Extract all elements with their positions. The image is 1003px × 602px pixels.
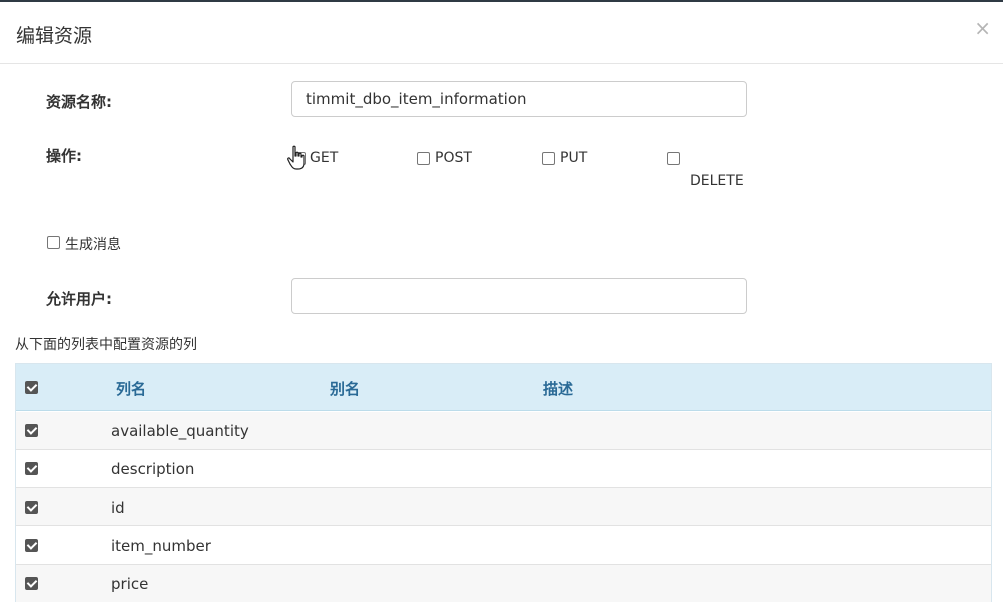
row-checkbox[interactable]: [25, 424, 38, 437]
column-name-header: 列名: [116, 380, 147, 398]
operations-label: 操作:: [46, 147, 82, 165]
modal-title: 编辑资源: [16, 25, 93, 47]
alias-header: 别名: [330, 380, 361, 398]
table-row[interactable]: available_quantity: [16, 412, 991, 450]
row-column-name: price: [111, 575, 149, 593]
allowed-users-input[interactable]: [291, 278, 747, 314]
post-checkbox[interactable]: [417, 152, 430, 165]
select-all-checkbox[interactable]: [25, 381, 38, 394]
generate-message-checkbox[interactable]: [47, 236, 60, 249]
put-label: PUT: [560, 150, 588, 166]
table-row[interactable]: description: [16, 450, 991, 488]
description-header: 描述: [543, 380, 574, 398]
row-checkbox[interactable]: [25, 539, 38, 552]
allowed-users-label: 允许用户:: [46, 290, 112, 308]
row-column-name: id: [111, 499, 125, 517]
columns-hint: 从下面的列表中配置资源的列: [15, 337, 197, 353]
hand-cursor-icon: [287, 145, 305, 170]
row-checkbox[interactable]: [25, 501, 38, 514]
generate-message-label: 生成消息: [65, 237, 121, 253]
table-row[interactable]: price: [16, 565, 991, 602]
row-checkbox[interactable]: [25, 577, 38, 590]
close-button[interactable]: ×: [974, 18, 991, 38]
table-row[interactable]: id: [16, 488, 991, 526]
table-row[interactable]: item_number: [16, 527, 991, 565]
delete-label: DELETE: [690, 173, 744, 189]
get-label: GET: [310, 150, 339, 166]
row-checkbox[interactable]: [25, 462, 38, 475]
put-checkbox[interactable]: [542, 152, 555, 165]
modal-header: 编辑资源 ×: [0, 2, 1003, 64]
delete-checkbox[interactable]: [667, 152, 680, 165]
row-column-name: available_quantity: [111, 422, 249, 440]
post-label: POST: [435, 150, 472, 166]
columns-table: 列名 别名 描述 available_quantity description …: [15, 363, 992, 602]
resource-name-input[interactable]: [291, 81, 747, 117]
row-column-name: item_number: [111, 537, 211, 555]
table-header: 列名 别名 描述: [16, 364, 991, 411]
row-column-name: description: [111, 460, 195, 478]
resource-name-label: 资源名称:: [46, 93, 112, 111]
